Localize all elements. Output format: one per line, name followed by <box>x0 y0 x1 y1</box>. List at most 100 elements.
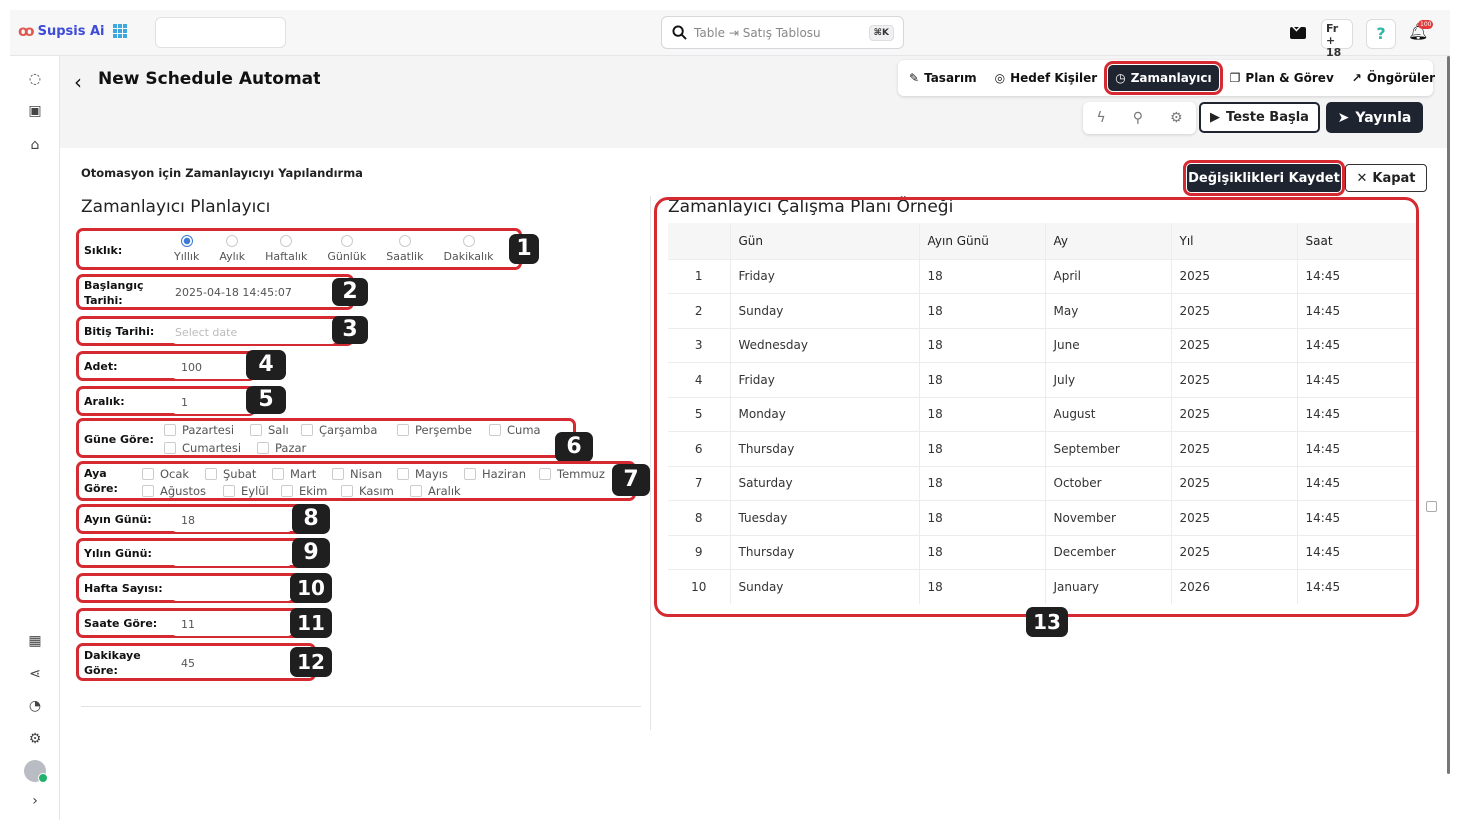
close-button[interactable]: ✕ Kapat <box>1345 164 1427 192</box>
interval-input[interactable]: 1 <box>173 390 253 414</box>
chat-bubbles-icon: ꝏ <box>18 22 35 40</box>
tab-target-people[interactable]: ◎ Hedef Kişiler <box>988 65 1105 91</box>
table-cell: 14:45 <box>1297 465 1416 501</box>
contact-card-icon[interactable]: ▣ <box>26 102 44 120</box>
table-cell: 18 <box>919 258 1046 294</box>
table-row: 9 Thursday 18 December 2025 14:45 <box>668 534 1416 570</box>
checkbox-december[interactable]: Aralık <box>410 484 461 498</box>
table-cell: 18 <box>919 465 1046 501</box>
inbox-icon[interactable]: ⌂ <box>26 136 44 154</box>
week-number-input[interactable] <box>173 577 291 601</box>
col-header-month-day: Ayın Günü <box>919 223 1046 259</box>
checkbox-thursday[interactable]: Perşembe <box>397 423 472 437</box>
radio-hourly[interactable]: Saatlik <box>386 235 423 263</box>
checkbox-label: Pazartesi <box>182 423 235 437</box>
avatar[interactable] <box>24 760 48 783</box>
weekday-row: Güne Göre: Pazartesi Salı Çarşamba Perşe… <box>76 418 576 458</box>
config-subtitle: Otomasyon için Zamanlayıcıyı Yapılandırm… <box>81 166 363 180</box>
radio-label: Aylık <box>219 250 246 263</box>
checkbox-october[interactable]: Ekim <box>281 484 327 498</box>
radio-minutely[interactable]: Dakikalık <box>443 235 494 263</box>
checkbox-monday[interactable]: Pazartesi <box>164 423 234 437</box>
tab-insights[interactable]: ↗ Öngörüler <box>1345 65 1442 91</box>
checkbox-september[interactable]: Eylül <box>223 484 269 498</box>
mail-icon[interactable] <box>1290 27 1306 39</box>
month-label-line2: Göre: <box>84 482 118 495</box>
chart-pie-icon[interactable]: ◔ <box>26 697 44 715</box>
publish-button[interactable]: ➤ Yayınla <box>1326 102 1423 133</box>
start-date-input[interactable]: 2025-04-18 14:45:07 <box>173 279 335 305</box>
minute-input[interactable]: 45 <box>173 650 291 676</box>
workspace-selector[interactable] <box>155 17 286 48</box>
brand-logo[interactable]: ꝏ Supsis Ai <box>18 22 105 40</box>
table-cell: 14:45 <box>1297 500 1416 535</box>
dashboard-icon[interactable]: ▦ <box>26 632 44 650</box>
radio-weekly[interactable]: Haftalık <box>265 235 307 263</box>
tab-design[interactable]: ✎ Tasarım <box>902 65 984 91</box>
hour-input[interactable]: 11 <box>173 612 291 636</box>
checkbox-august[interactable]: Ağustos <box>142 484 206 498</box>
table-row: 8 Tuesday 18 November 2025 14:45 <box>668 500 1416 535</box>
interval-label: Aralık: <box>84 395 125 408</box>
global-search[interactable]: Table ⇥ Satış Tablosu ⌘K <box>661 16 904 49</box>
zoom-icon[interactable]: ⚲ <box>1133 110 1143 126</box>
save-changes-button[interactable]: Değişiklikleri Kaydet <box>1183 160 1345 196</box>
table-cell: 14:45 <box>1297 534 1416 570</box>
month-day-input[interactable]: 18 <box>173 508 291 532</box>
back-arrow-icon[interactable]: ‹ <box>74 70 82 94</box>
end-date-input[interactable]: Select date <box>173 320 335 344</box>
checkbox-january[interactable]: Ocak <box>142 467 189 481</box>
year-day-input[interactable] <box>173 542 291 566</box>
radio-label: Saatlik <box>386 250 424 263</box>
test-start-button[interactable]: ▶ Teste Başla <box>1199 102 1320 133</box>
checkbox-label: Ağustos <box>160 484 206 498</box>
minute-label-line2: Göre: <box>84 664 118 677</box>
radio-label: Günlük <box>327 250 367 263</box>
radio-monthly[interactable]: Aylık <box>219 235 245 263</box>
checkbox-may[interactable]: Mayıs <box>397 467 448 481</box>
settings-icon[interactable]: ⚙ <box>1170 110 1183 126</box>
checkbox-february[interactable]: Şubat <box>205 467 256 481</box>
layers-icon: ❐ <box>1229 71 1241 85</box>
expand-chevron-icon[interactable]: › <box>26 792 44 810</box>
frequency-row: Sıklık: Yıllık Aylık Haftalık Günlük Saa… <box>76 228 522 270</box>
checkbox-april[interactable]: Nisan <box>332 467 382 481</box>
calendar-widget[interactable]: Fr +18 <box>1321 19 1353 59</box>
checkbox-june[interactable]: Haziran <box>464 467 526 481</box>
tab-scheduler[interactable]: ◷ Zamanlayıcı <box>1104 61 1223 95</box>
checkbox-november[interactable]: Kasım <box>341 484 394 498</box>
radio-daily[interactable]: Günlük <box>327 235 366 263</box>
col-header-time: Saat <box>1297 223 1416 259</box>
help-icon[interactable]: ? <box>1366 19 1396 49</box>
planner-heading: Zamanlayıcı Planlayıcı <box>81 197 271 217</box>
checkbox-friday[interactable]: Cuma <box>489 423 541 437</box>
tab-bar: ✎ Tasarım ◎ Hedef Kişiler ◷ Zamanlayıcı ❐ Pl… <box>898 60 1435 96</box>
start-date-row: Başlangıç Tarihi: 2025-04-18 14:45:07 <box>76 274 354 310</box>
settings-gear-icon[interactable]: ⚙ <box>26 730 44 748</box>
checkbox-march[interactable]: Mart <box>272 467 316 481</box>
magic-wand-icon: ✎ <box>909 71 920 85</box>
radio-yearly[interactable]: Yıllık <box>174 235 199 263</box>
checkbox-wednesday[interactable]: Çarşamba <box>301 423 377 437</box>
checkbox-label: Haziran <box>482 467 526 481</box>
lightning-icon[interactable]: ϟ <box>1096 110 1105 126</box>
checkbox-saturday[interactable]: Cumartesi <box>164 441 241 455</box>
checkbox-sunday[interactable]: Pazar <box>257 441 306 455</box>
page-title: New Schedule Automation <box>98 69 320 89</box>
start-date-label-line1: Başlangıç <box>84 279 144 292</box>
marker-13: 13 <box>1026 607 1068 637</box>
table-cell: 2025 <box>1171 534 1298 570</box>
chat-icon[interactable]: ◌ <box>26 70 44 88</box>
table-cell: January <box>1045 569 1172 604</box>
count-input[interactable]: 100 <box>173 355 253 379</box>
calendar-icon[interactable] <box>1426 501 1437 512</box>
hour-label: Saate Göre: <box>84 617 158 630</box>
table-cell: Saturday <box>730 465 920 501</box>
checkbox-tuesday[interactable]: Salı <box>250 423 289 437</box>
apps-grid-icon[interactable] <box>113 24 127 38</box>
share-icon[interactable]: ⋖ <box>26 665 44 683</box>
checkbox-july[interactable]: Temmuz <box>539 467 605 481</box>
table-row: 1 Friday 18 April 2025 14:45 <box>668 258 1416 294</box>
page-scrollbar[interactable] <box>1447 56 1450 774</box>
tab-plan-task[interactable]: ❐ Plan & Görev <box>1223 65 1341 91</box>
